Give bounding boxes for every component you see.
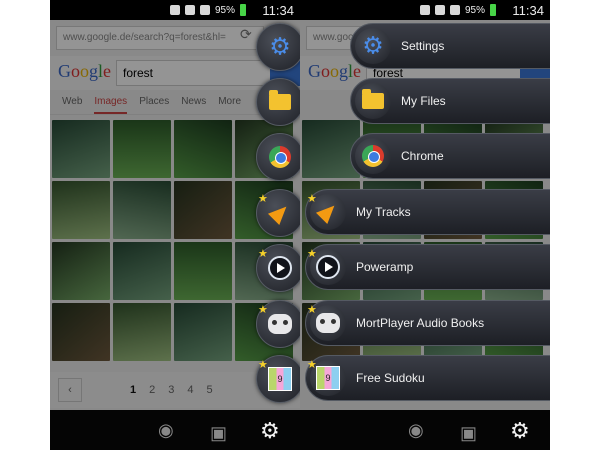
my-files-shortcut[interactable]: [256, 78, 300, 126]
menu-item-label: My Tracks: [356, 205, 411, 219]
menu-item-mortplayer[interactable]: MortPlayer Audio Books: [305, 300, 550, 346]
menu-item-label: Poweramp: [356, 260, 414, 274]
vibrate-icon: [169, 5, 180, 15]
menu-item-label: Free Sudoku: [356, 371, 425, 385]
gear-icon[interactable]: ⚙: [260, 418, 280, 444]
clock: 11:34: [512, 3, 544, 18]
my-tracks-arrow-icon: [267, 200, 293, 226]
poweramp-play-icon: [268, 256, 292, 280]
star-icon: ★: [258, 193, 268, 205]
chrome-icon: [362, 145, 384, 167]
box-icon[interactable]: ▣: [460, 423, 478, 443]
poweramp-play-icon: [316, 255, 340, 279]
menu-item-label: MortPlayer Audio Books: [356, 316, 485, 330]
menu-item-label: My Files: [401, 94, 446, 108]
sudoku-icon: 9: [268, 367, 292, 391]
gear-icon[interactable]: ⚙: [510, 418, 530, 444]
clock: 11:34: [262, 3, 294, 18]
settings-gear-icon: ⚙: [362, 32, 384, 60]
status-bar: 95% 11:34: [50, 0, 300, 20]
vibrate-icon: [419, 5, 430, 15]
nav-bar: ◉ ▣ ⚙: [50, 410, 300, 450]
star-icon: ★: [307, 304, 317, 316]
chrome-icon: [269, 146, 291, 168]
folder-icon: [362, 89, 384, 109]
phone-screen-right: 95% 11:34 www.google.de/search?q=forest&…: [300, 0, 550, 450]
settings-gear-icon: ⚙: [269, 33, 291, 61]
settings-shortcut[interactable]: ⚙: [256, 23, 300, 71]
menu-item-chrome[interactable]: Chrome: [350, 133, 550, 179]
signal-icon: [449, 5, 460, 15]
star-icon: ★: [258, 359, 268, 371]
menu-item-settings[interactable]: ⚙ Settings: [350, 23, 550, 69]
phone-screen-left: 95% 11:34 www.google.de/search?q=forest&…: [50, 0, 300, 450]
chrome-shortcut[interactable]: [256, 133, 300, 181]
wifi-icon: [184, 5, 195, 15]
star-icon: ★: [307, 193, 317, 205]
battery-percent: 95%: [214, 4, 235, 16]
mortplayer-icon: [268, 314, 292, 334]
status-bar: 95% 11:34: [300, 0, 550, 20]
battery-percent: 95%: [464, 4, 485, 16]
menu-item-free-sudoku[interactable]: 9 Free Sudoku: [305, 355, 550, 401]
star-icon: ★: [307, 359, 317, 371]
box-icon[interactable]: ▣: [210, 423, 228, 443]
mortplayer-icon: [316, 313, 340, 333]
menu-item-poweramp[interactable]: Poweramp: [305, 244, 550, 290]
signal-icon: [199, 5, 210, 15]
menu-item-my-files[interactable]: My Files: [350, 78, 550, 124]
folder-icon: [269, 90, 291, 110]
battery-icon: [240, 4, 246, 16]
menu-item-label: Chrome: [401, 149, 444, 163]
star-icon: ★: [307, 248, 317, 260]
eye-icon[interactable]: ◉: [158, 420, 174, 441]
sudoku-icon: 9: [316, 366, 340, 390]
battery-icon: [490, 4, 496, 16]
my-tracks-arrow-icon: [315, 199, 341, 225]
star-icon: ★: [258, 304, 268, 316]
star-icon: ★: [258, 248, 268, 260]
nav-bar: ◉ ▣ ⚙: [300, 410, 550, 450]
menu-item-label: Settings: [401, 39, 445, 53]
menu-item-my-tracks[interactable]: My Tracks: [305, 189, 550, 235]
wifi-icon: [434, 5, 445, 15]
eye-icon[interactable]: ◉: [408, 420, 424, 441]
